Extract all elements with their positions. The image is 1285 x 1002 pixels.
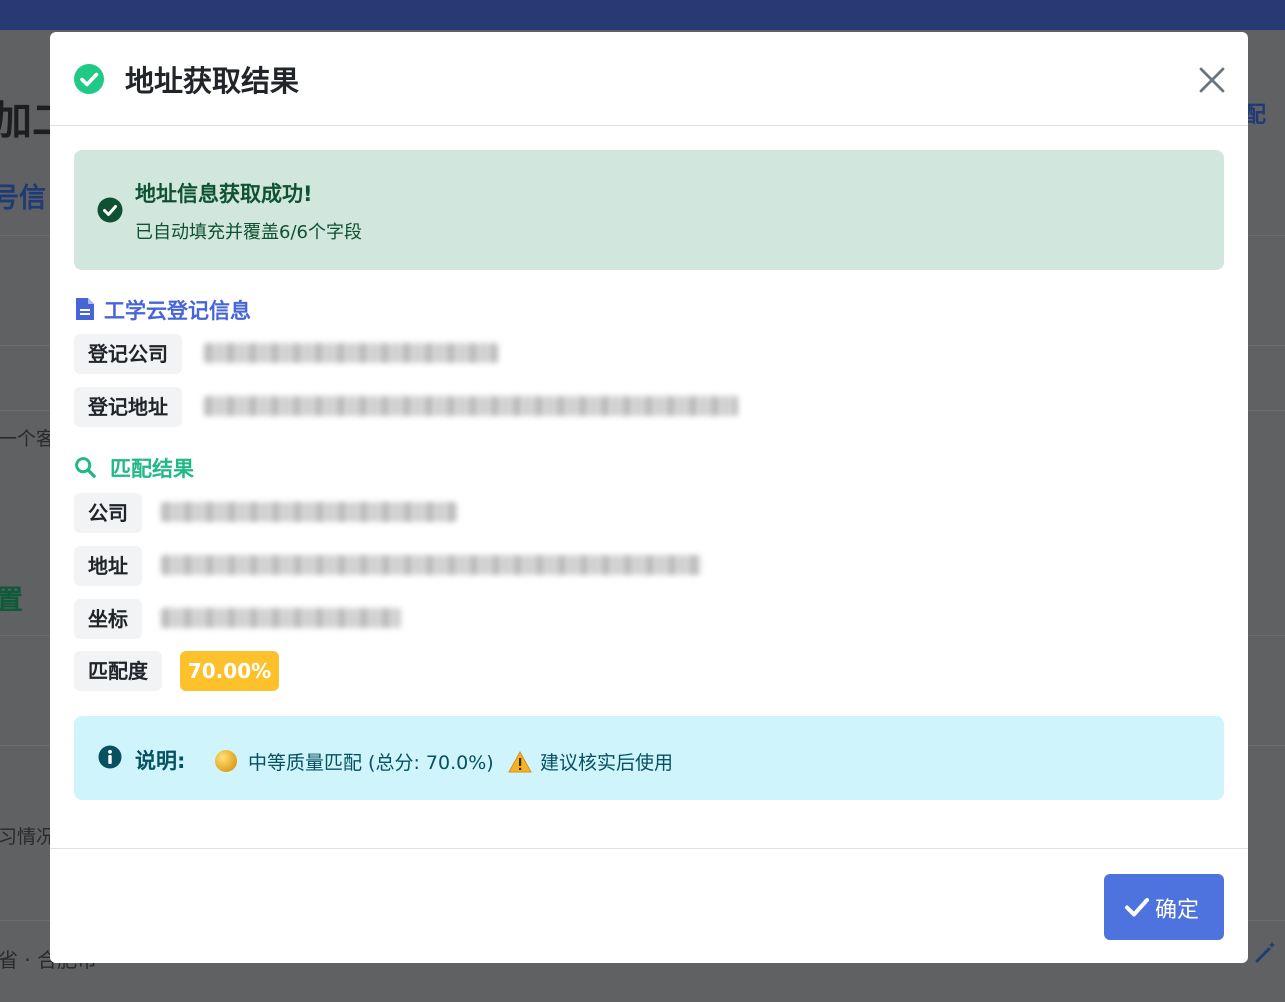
modal-header: 地址获取结果 bbox=[50, 32, 1248, 126]
background-section-heading: 号信 bbox=[0, 183, 46, 214]
background-topbar bbox=[0, 0, 1285, 30]
field-label: 坐标 bbox=[74, 599, 142, 639]
magic-wand-icon bbox=[1255, 942, 1275, 963]
matched-company-value bbox=[161, 502, 457, 522]
check-circle-icon bbox=[97, 197, 123, 223]
field-label: 公司 bbox=[74, 493, 142, 533]
search-icon bbox=[75, 457, 96, 478]
coordinates-value bbox=[161, 608, 401, 628]
address-result-modal: 地址获取结果 地址信息获取成功! 已自动填充并覆盖6/6个字段 工学云登记信息 … bbox=[50, 32, 1248, 963]
modal-title: 地址获取结果 bbox=[125, 64, 300, 98]
field-label: 登记地址 bbox=[74, 387, 182, 427]
registered-company-value bbox=[204, 343, 498, 363]
background-text: 习情况 bbox=[0, 826, 56, 848]
confirm-button[interactable]: 确定 bbox=[1104, 874, 1224, 940]
info-alert: 说明: 中等质量匹配 (总分: 70.0%) 建议核实后使用 bbox=[74, 716, 1224, 800]
field-label: 匹配度 bbox=[74, 651, 162, 691]
advice-text: 建议核实后使用 bbox=[540, 752, 674, 774]
registered-address-value bbox=[204, 396, 738, 416]
field-label: 地址 bbox=[74, 546, 142, 586]
match-score-badge: 70.00% bbox=[180, 651, 279, 691]
background-section-heading: 置 bbox=[0, 585, 23, 616]
check-icon bbox=[1125, 898, 1149, 917]
document-icon bbox=[76, 298, 94, 320]
match-section-label: 匹配结果 bbox=[110, 457, 194, 481]
success-alert-subtitle: 已自动填充并覆盖6/6个字段 bbox=[135, 222, 362, 243]
modal-footer: 确定 bbox=[50, 848, 1248, 963]
registration-section-label: 工学云登记信息 bbox=[104, 299, 251, 323]
matched-address-value bbox=[161, 555, 701, 575]
close-icon[interactable] bbox=[1194, 62, 1230, 98]
success-alert-title: 地址信息获取成功! bbox=[135, 182, 313, 206]
check-circle-icon bbox=[74, 64, 104, 94]
field-label: 登记公司 bbox=[74, 334, 182, 374]
quality-text: 中等质量匹配 (总分: 70.0%) bbox=[248, 752, 494, 774]
info-label: 说明: bbox=[135, 749, 186, 773]
confirm-button-label: 确定 bbox=[1155, 898, 1200, 923]
background-text: 一个客 bbox=[0, 428, 56, 450]
success-alert: 地址信息获取成功! 已自动填充并覆盖6/6个字段 bbox=[74, 150, 1224, 270]
yellow-circle-icon bbox=[215, 750, 237, 772]
warning-icon bbox=[508, 751, 532, 773]
info-circle-icon bbox=[98, 745, 122, 769]
